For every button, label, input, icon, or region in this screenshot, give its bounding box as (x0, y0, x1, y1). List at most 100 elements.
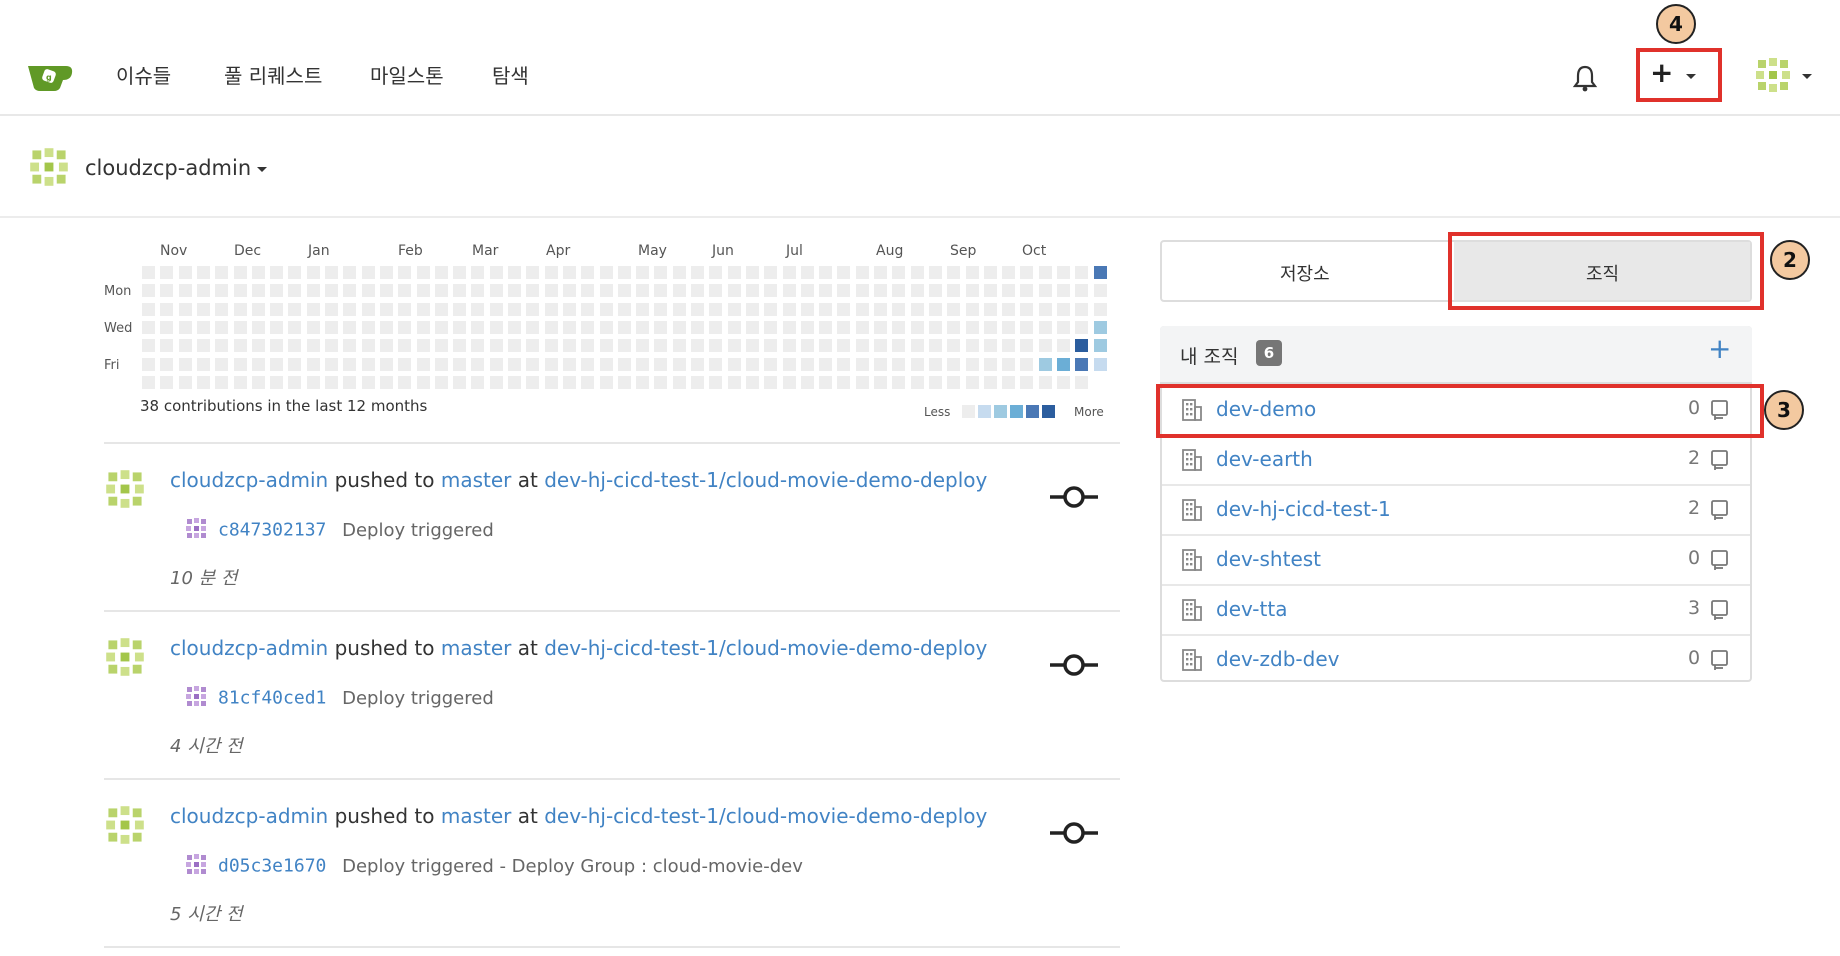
heatmap-cell[interactable] (727, 357, 741, 371)
heatmap-cell[interactable] (947, 302, 961, 316)
heatmap-cell[interactable] (215, 375, 229, 389)
heatmap-cell[interactable] (160, 339, 174, 353)
user-menu[interactable] (1754, 56, 1816, 96)
nav-explore[interactable]: 탐색 (492, 60, 529, 89)
heatmap-cell[interactable] (745, 339, 759, 353)
heatmap-cell[interactable] (471, 266, 485, 279)
heatmap-cell[interactable] (142, 302, 155, 316)
feed-avatar[interactable] (104, 468, 146, 514)
heatmap-cell[interactable] (617, 266, 631, 279)
heatmap-cell[interactable] (764, 266, 778, 279)
heatmap-cell[interactable] (343, 266, 357, 279)
heatmap-cell[interactable] (727, 302, 741, 316)
heatmap-cell[interactable] (910, 357, 924, 371)
heatmap-cell[interactable] (562, 339, 576, 353)
heatmap-cell[interactable] (636, 339, 650, 353)
heatmap-cell[interactable] (306, 284, 320, 298)
heatmap-cell[interactable] (1075, 266, 1089, 279)
heatmap-cell[interactable] (581, 266, 595, 279)
heatmap-cell[interactable] (361, 339, 375, 353)
heatmap-cell[interactable] (709, 284, 723, 298)
heatmap-cell[interactable] (398, 302, 412, 316)
heatmap-cell[interactable] (489, 320, 503, 334)
heatmap-cell[interactable] (617, 339, 631, 353)
heatmap-cell[interactable] (965, 302, 979, 316)
heatmap-cell[interactable] (745, 302, 759, 316)
heatmap-cell[interactable] (526, 266, 540, 279)
heatmap-cell[interactable] (526, 339, 540, 353)
heatmap-cell[interactable] (343, 339, 357, 353)
heatmap-cell[interactable] (178, 266, 192, 279)
heatmap-cell[interactable] (416, 302, 430, 316)
heatmap-cell[interactable] (599, 302, 613, 316)
heatmap-cell[interactable] (233, 375, 247, 389)
heatmap-cell[interactable] (928, 339, 942, 353)
heatmap-cell[interactable] (745, 266, 759, 279)
heatmap-cell[interactable] (160, 357, 174, 371)
heatmap-cell[interactable] (617, 302, 631, 316)
heatmap-cell[interactable] (379, 375, 393, 389)
feed-repo-link[interactable]: dev-hj-cicd-test-1/cloud-movie-demo-depl… (544, 636, 987, 660)
heatmap-cell[interactable] (874, 284, 887, 298)
heatmap-cell[interactable] (617, 357, 631, 371)
heatmap-cell[interactable] (800, 375, 814, 389)
heatmap-cell[interactable] (672, 339, 686, 353)
nav-milestones[interactable]: 마일스톤 (370, 60, 444, 89)
heatmap-cell[interactable] (837, 357, 851, 371)
heatmap-cell[interactable] (306, 320, 320, 334)
heatmap-cell[interactable] (398, 339, 412, 353)
heatmap-cell[interactable] (1093, 357, 1107, 371)
heatmap-cell[interactable] (434, 357, 448, 371)
heatmap-cell[interactable] (233, 339, 247, 353)
heatmap-cell[interactable] (819, 302, 833, 316)
heatmap-cell[interactable] (837, 266, 851, 279)
heatmap-cell[interactable] (160, 375, 174, 389)
heatmap-cell[interactable] (215, 284, 229, 298)
feed-avatar[interactable] (104, 804, 146, 850)
heatmap-cell[interactable] (398, 284, 412, 298)
heatmap-cell[interactable] (142, 320, 155, 334)
heatmap-cell[interactable] (416, 357, 430, 371)
nav-pull-requests[interactable]: 풀 리퀘스트 (224, 60, 322, 89)
heatmap-cell[interactable] (874, 375, 887, 389)
heatmap-cell[interactable] (325, 284, 338, 298)
feed-branch-link[interactable]: master (441, 804, 512, 828)
heatmap-cell[interactable] (782, 375, 796, 389)
heatmap-cell[interactable] (782, 357, 796, 371)
heatmap-cell[interactable] (1075, 375, 1089, 389)
heatmap-cell[interactable] (416, 375, 430, 389)
heatmap-cell[interactable] (837, 339, 851, 353)
heatmap-cell[interactable] (764, 284, 778, 298)
org-name-link[interactable]: dev-tta (1216, 597, 1287, 621)
heatmap-cell[interactable] (1002, 320, 1016, 334)
heatmap-cell[interactable] (782, 302, 796, 316)
heatmap-cell[interactable] (196, 357, 210, 371)
heatmap-cell[interactable] (892, 266, 906, 279)
heatmap-cell[interactable] (178, 284, 192, 298)
heatmap-cell[interactable] (251, 302, 265, 316)
heatmap-cell[interactable] (270, 375, 284, 389)
heatmap-cell[interactable] (691, 357, 704, 371)
heatmap-cell[interactable] (1038, 357, 1052, 371)
heatmap-cell[interactable] (874, 357, 887, 371)
heatmap-cell[interactable] (361, 375, 375, 389)
heatmap-cell[interactable] (983, 266, 997, 279)
heatmap-cell[interactable] (928, 375, 942, 389)
heatmap-cell[interactable] (654, 320, 668, 334)
heatmap-cell[interactable] (654, 339, 668, 353)
heatmap-cell[interactable] (855, 357, 869, 371)
heatmap-cell[interactable] (251, 357, 265, 371)
heatmap-cell[interactable] (837, 284, 851, 298)
feed-user-link[interactable]: cloudzcp-admin (170, 468, 328, 492)
heatmap-cell[interactable] (508, 320, 521, 334)
heatmap-cell[interactable] (1057, 357, 1070, 371)
heatmap-cell[interactable] (325, 375, 338, 389)
heatmap-cell[interactable] (654, 375, 668, 389)
heatmap-cell[interactable] (398, 266, 412, 279)
heatmap-cell[interactable] (745, 375, 759, 389)
heatmap-cell[interactable] (1020, 320, 1034, 334)
heatmap-cell[interactable] (855, 284, 869, 298)
heatmap-cell[interactable] (874, 320, 887, 334)
heatmap-cell[interactable] (672, 266, 686, 279)
heatmap-cell[interactable] (489, 357, 503, 371)
